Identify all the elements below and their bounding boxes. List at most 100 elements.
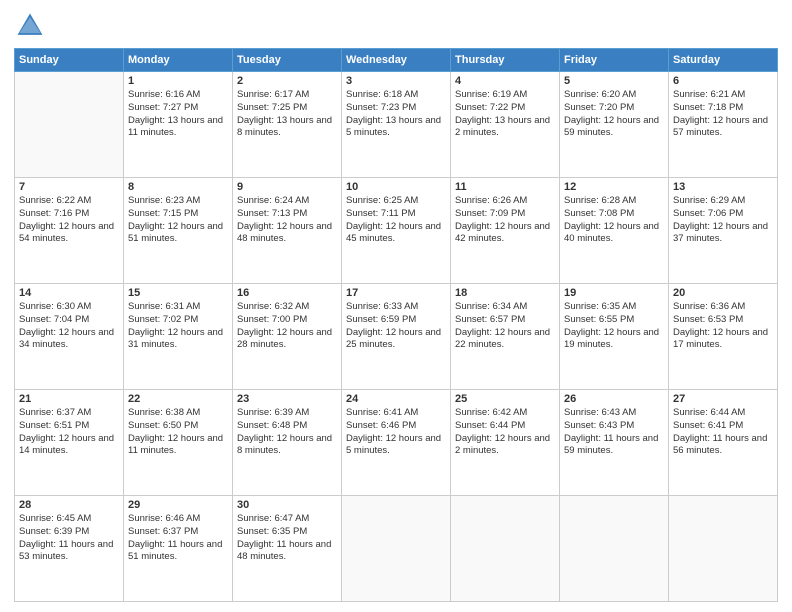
daylight-text-1: Daylight: 13 hours and [346,115,446,128]
sunrise-text: Sunrise: 6:18 AM [346,89,446,102]
sunrise-text: Sunrise: 6:46 AM [128,513,228,526]
daylight-text-2: 19 minutes. [564,339,664,352]
day-number: 6 [673,75,773,87]
daylight-text-2: 37 minutes. [673,233,773,246]
calendar-cell: 9Sunrise: 6:24 AMSunset: 7:13 PMDaylight… [233,178,342,284]
daylight-text-1: Daylight: 12 hours and [455,327,555,340]
daylight-text-1: Daylight: 12 hours and [237,221,337,234]
daylight-text-2: 25 minutes. [346,339,446,352]
day-number: 29 [128,499,228,511]
sunset-text: Sunset: 7:27 PM [128,102,228,115]
calendar-header-thursday: Thursday [451,49,560,72]
sunrise-text: Sunrise: 6:44 AM [673,407,773,420]
daylight-text-2: 42 minutes. [455,233,555,246]
daylight-text-2: 31 minutes. [128,339,228,352]
calendar-cell: 1Sunrise: 6:16 AMSunset: 7:27 PMDaylight… [124,72,233,178]
sunset-text: Sunset: 6:48 PM [237,420,337,433]
day-number: 25 [455,393,555,405]
sunset-text: Sunset: 6:39 PM [19,526,119,539]
daylight-text-2: 34 minutes. [19,339,119,352]
calendar-cell [15,72,124,178]
day-number: 17 [346,287,446,299]
calendar-header-row: SundayMondayTuesdayWednesdayThursdayFrid… [15,49,778,72]
daylight-text-1: Daylight: 12 hours and [19,433,119,446]
logo [14,10,48,42]
daylight-text-1: Daylight: 11 hours and [128,539,228,552]
calendar-header-tuesday: Tuesday [233,49,342,72]
daylight-text-2: 54 minutes. [19,233,119,246]
daylight-text-1: Daylight: 12 hours and [455,433,555,446]
sunset-text: Sunset: 7:11 PM [346,208,446,221]
day-number: 15 [128,287,228,299]
daylight-text-1: Daylight: 13 hours and [237,115,337,128]
daylight-text-1: Daylight: 12 hours and [564,115,664,128]
daylight-text-1: Daylight: 12 hours and [237,327,337,340]
calendar-cell: 26Sunrise: 6:43 AMSunset: 6:43 PMDayligh… [560,390,669,496]
calendar-cell: 13Sunrise: 6:29 AMSunset: 7:06 PMDayligh… [669,178,778,284]
calendar-cell: 22Sunrise: 6:38 AMSunset: 6:50 PMDayligh… [124,390,233,496]
sunrise-text: Sunrise: 6:20 AM [564,89,664,102]
calendar-cell: 28Sunrise: 6:45 AMSunset: 6:39 PMDayligh… [15,496,124,602]
sunset-text: Sunset: 7:13 PM [237,208,337,221]
daylight-text-1: Daylight: 12 hours and [564,221,664,234]
calendar-cell: 19Sunrise: 6:35 AMSunset: 6:55 PMDayligh… [560,284,669,390]
daylight-text-2: 53 minutes. [19,551,119,564]
calendar-header-wednesday: Wednesday [342,49,451,72]
daylight-text-1: Daylight: 12 hours and [346,221,446,234]
day-number: 19 [564,287,664,299]
daylight-text-2: 51 minutes. [128,551,228,564]
calendar-week-4: 21Sunrise: 6:37 AMSunset: 6:51 PMDayligh… [15,390,778,496]
sunrise-text: Sunrise: 6:31 AM [128,301,228,314]
day-number: 8 [128,181,228,193]
daylight-text-1: Daylight: 12 hours and [128,221,228,234]
sunrise-text: Sunrise: 6:38 AM [128,407,228,420]
daylight-text-2: 57 minutes. [673,127,773,140]
sunset-text: Sunset: 7:18 PM [673,102,773,115]
sunset-text: Sunset: 6:51 PM [19,420,119,433]
sunset-text: Sunset: 7:20 PM [564,102,664,115]
day-number: 30 [237,499,337,511]
calendar-cell: 11Sunrise: 6:26 AMSunset: 7:09 PMDayligh… [451,178,560,284]
calendar-cell: 21Sunrise: 6:37 AMSunset: 6:51 PMDayligh… [15,390,124,496]
day-number: 13 [673,181,773,193]
sunset-text: Sunset: 7:22 PM [455,102,555,115]
calendar-week-1: 1Sunrise: 6:16 AMSunset: 7:27 PMDaylight… [15,72,778,178]
sunset-text: Sunset: 7:25 PM [237,102,337,115]
calendar-cell: 25Sunrise: 6:42 AMSunset: 6:44 PMDayligh… [451,390,560,496]
daylight-text-2: 5 minutes. [346,445,446,458]
calendar-header-friday: Friday [560,49,669,72]
daylight-text-1: Daylight: 12 hours and [346,433,446,446]
daylight-text-1: Daylight: 12 hours and [455,221,555,234]
daylight-text-1: Daylight: 12 hours and [346,327,446,340]
day-number: 7 [19,181,119,193]
sunset-text: Sunset: 6:41 PM [673,420,773,433]
daylight-text-2: 48 minutes. [237,551,337,564]
daylight-text-1: Daylight: 12 hours and [564,327,664,340]
day-number: 20 [673,287,773,299]
sunrise-text: Sunrise: 6:41 AM [346,407,446,420]
sunset-text: Sunset: 6:35 PM [237,526,337,539]
daylight-text-2: 45 minutes. [346,233,446,246]
calendar-header-sunday: Sunday [15,49,124,72]
day-number: 23 [237,393,337,405]
daylight-text-1: Daylight: 12 hours and [237,433,337,446]
day-number: 26 [564,393,664,405]
calendar-cell: 20Sunrise: 6:36 AMSunset: 6:53 PMDayligh… [669,284,778,390]
daylight-text-1: Daylight: 11 hours and [564,433,664,446]
sunrise-text: Sunrise: 6:19 AM [455,89,555,102]
daylight-text-2: 8 minutes. [237,445,337,458]
sunrise-text: Sunrise: 6:17 AM [237,89,337,102]
daylight-text-2: 11 minutes. [128,445,228,458]
calendar-cell: 18Sunrise: 6:34 AMSunset: 6:57 PMDayligh… [451,284,560,390]
day-number: 3 [346,75,446,87]
sunrise-text: Sunrise: 6:34 AM [455,301,555,314]
sunrise-text: Sunrise: 6:35 AM [564,301,664,314]
calendar-cell: 6Sunrise: 6:21 AMSunset: 7:18 PMDaylight… [669,72,778,178]
daylight-text-2: 48 minutes. [237,233,337,246]
daylight-text-2: 2 minutes. [455,445,555,458]
daylight-text-1: Daylight: 11 hours and [237,539,337,552]
calendar-cell: 12Sunrise: 6:28 AMSunset: 7:08 PMDayligh… [560,178,669,284]
sunset-text: Sunset: 7:00 PM [237,314,337,327]
sunrise-text: Sunrise: 6:30 AM [19,301,119,314]
sunset-text: Sunset: 7:09 PM [455,208,555,221]
